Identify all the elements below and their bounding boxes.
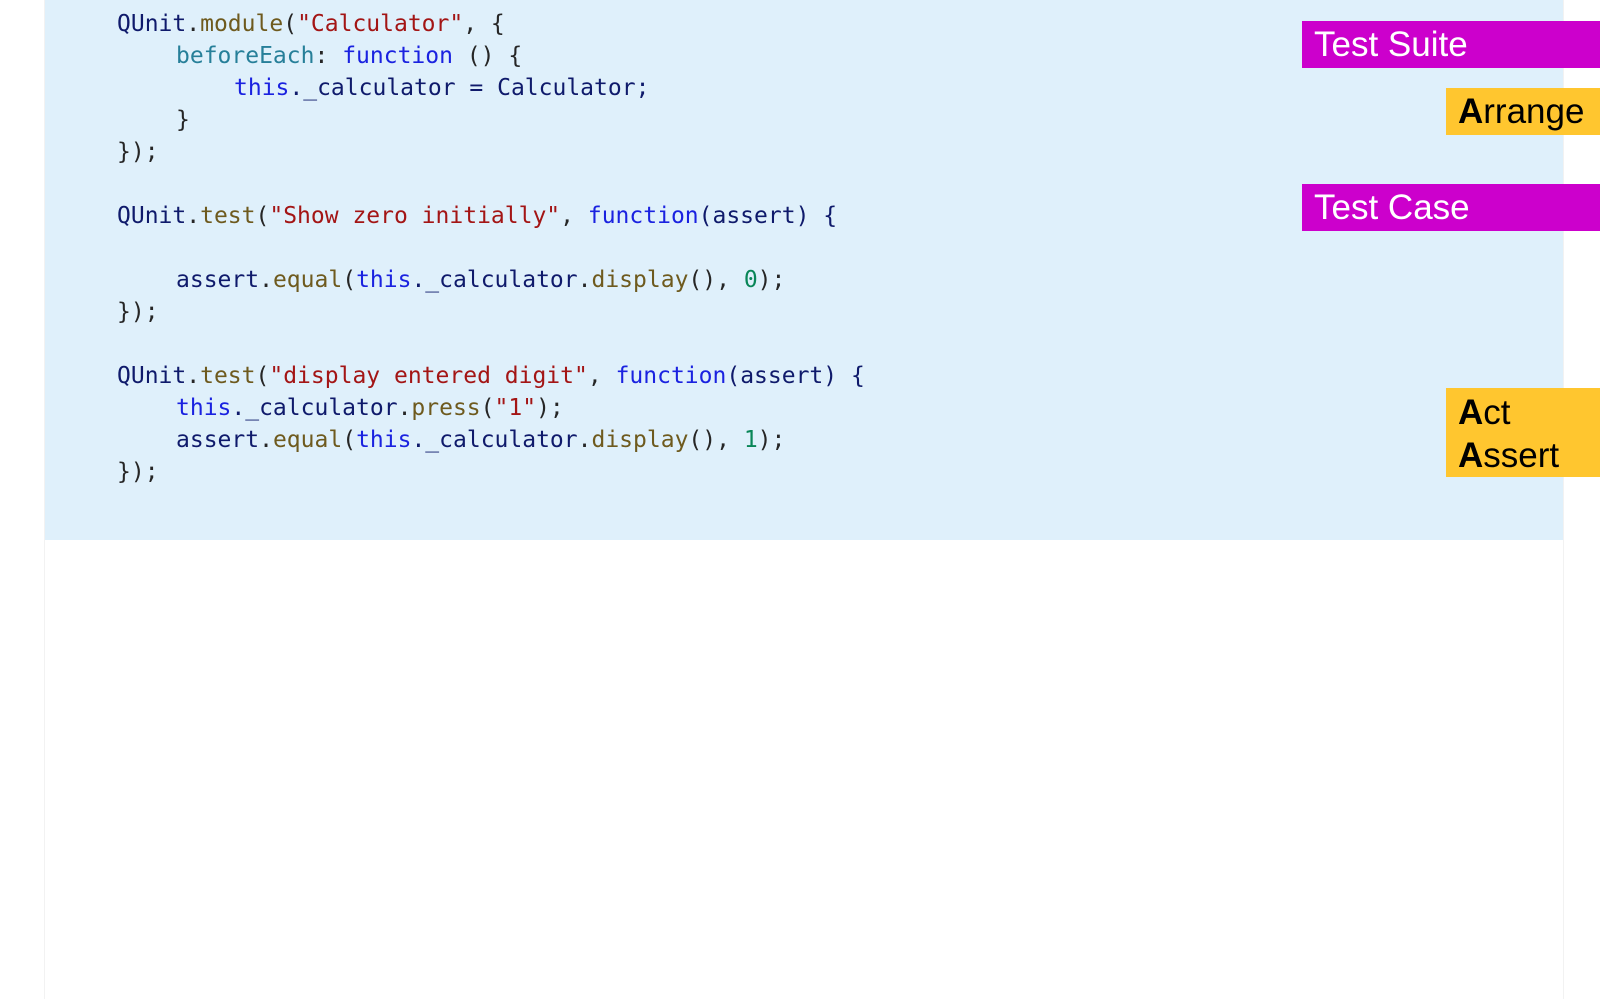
- code-line: });: [117, 456, 865, 488]
- code-token: );: [757, 267, 786, 293]
- code-token: function: [615, 363, 727, 389]
- code-line: this._calculator.press("1");: [117, 392, 865, 424]
- assert-label-rest: ssert: [1483, 436, 1560, 475]
- code-token: 0: [743, 267, 758, 293]
- code-token: "1": [494, 395, 537, 421]
- assert-label: Assert: [1458, 434, 1600, 477]
- code-token: });: [117, 299, 159, 325]
- code-token: QUnit: [117, 11, 187, 37]
- code-token: .: [397, 395, 412, 421]
- code-block: QUnit.module("Calculator", {beforeEach: …: [117, 8, 865, 488]
- code-token: (),: [688, 267, 744, 293]
- act-label-initial: A: [1458, 393, 1484, 432]
- code-token: (),: [688, 427, 744, 453]
- code-token: ,: [560, 203, 588, 229]
- code-token: .: [186, 363, 201, 389]
- code-token: .: [186, 203, 201, 229]
- code-token: this: [176, 395, 232, 421]
- code-line: });: [117, 296, 865, 328]
- code-token: 1: [743, 427, 758, 453]
- code-token: equal: [272, 427, 343, 453]
- slide: QUnit.module("Calculator", {beforeEach: …: [44, 0, 1600, 999]
- code-token: equal: [272, 267, 343, 293]
- code-token: ._calculator = Calculator;: [289, 75, 650, 101]
- code-token: display: [591, 267, 689, 293]
- code-token: (: [255, 363, 270, 389]
- code-token: ,: [587, 363, 616, 389]
- code-token: , {: [463, 11, 505, 37]
- code-token: "Show zero initially": [269, 203, 561, 229]
- code-token: :: [314, 43, 343, 69]
- code-token: ._calculator: [411, 267, 578, 293]
- code-token: (: [283, 11, 298, 37]
- code-token: });: [117, 139, 159, 165]
- code-token: (: [480, 395, 495, 421]
- code-token: });: [117, 459, 159, 485]
- code-token: );: [757, 427, 786, 453]
- code-token: (: [255, 203, 270, 229]
- code-token: .: [186, 11, 201, 37]
- arrange-label: Arrange: [1446, 88, 1600, 135]
- code-token: function: [342, 43, 453, 69]
- code-token: test: [200, 363, 256, 389]
- test-case-label-text: Test Case: [1314, 188, 1470, 227]
- code-token: this: [356, 427, 412, 453]
- code-line: });: [117, 136, 865, 168]
- act-label-rest: ct: [1483, 393, 1511, 432]
- code-token: display: [591, 427, 689, 453]
- code-token: test: [200, 203, 256, 229]
- code-token: (assert) {: [698, 203, 838, 229]
- code-token: function: [587, 203, 699, 229]
- arrange-label-rest: rrange: [1483, 92, 1585, 131]
- code-line: beforeEach: function () {: [117, 40, 865, 72]
- code-line: QUnit.test("display entered digit", func…: [117, 360, 865, 392]
- code-token: beforeEach: [176, 43, 315, 69]
- code-token: QUnit: [117, 363, 187, 389]
- code-token: ._calculator: [231, 395, 398, 421]
- code-line: assert.equal(this._calculator.display(),…: [117, 424, 865, 456]
- code-token: this: [234, 75, 290, 101]
- test-suite-label-text: Test Suite: [1314, 25, 1468, 64]
- act-assert-label: Act Assert: [1446, 388, 1600, 477]
- test-suite-label: Test Suite: [1302, 21, 1600, 68]
- code-token: .: [259, 427, 273, 453]
- code-panel: QUnit.module("Calculator", {beforeEach: …: [45, 0, 1563, 540]
- code-token: this: [356, 267, 412, 293]
- code-line: }: [117, 104, 865, 136]
- code-token: module: [200, 11, 284, 37]
- code-token: (: [342, 427, 357, 453]
- code-line: assert.equal(this._calculator.display(),…: [117, 264, 865, 296]
- code-line: QUnit.module("Calculator", {: [117, 8, 865, 40]
- code-line: this._calculator = Calculator;: [117, 72, 865, 104]
- code-line: QUnit.test("Show zero initially", functi…: [117, 200, 865, 232]
- code-token: QUnit: [117, 203, 187, 229]
- code-token: );: [536, 395, 564, 421]
- code-token: .: [577, 427, 592, 453]
- code-token: .: [259, 267, 273, 293]
- code-token: "display entered digit": [269, 363, 588, 389]
- code-token: .: [577, 267, 592, 293]
- assert-label-initial: A: [1458, 436, 1484, 475]
- code-token: (: [342, 267, 357, 293]
- arrange-label-initial: A: [1458, 92, 1484, 131]
- code-token: (assert) {: [726, 363, 865, 389]
- code-token: press: [411, 395, 481, 421]
- act-label: Act: [1458, 391, 1600, 434]
- code-token: assert: [176, 427, 260, 453]
- code-token: "Calculator": [297, 11, 464, 37]
- code-token: ._calculator: [411, 427, 578, 453]
- code-token: assert: [176, 267, 260, 293]
- code-token: }: [176, 107, 190, 133]
- test-case-label: Test Case: [1302, 184, 1600, 231]
- code-token: () {: [452, 43, 523, 69]
